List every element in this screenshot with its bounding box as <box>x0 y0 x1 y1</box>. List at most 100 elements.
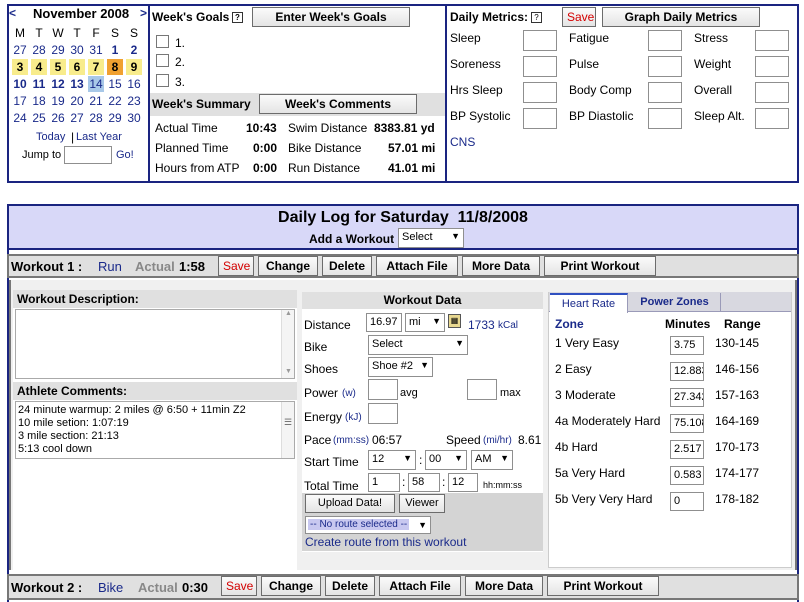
metric-input[interactable] <box>755 56 789 77</box>
scrollbar[interactable]: ☰ <box>281 402 294 458</box>
cns-link[interactable]: CNS <box>450 135 475 149</box>
today-link[interactable]: Today <box>36 131 65 143</box>
total-hours-input[interactable]: 1 <box>368 473 400 492</box>
calendar-day[interactable]: 26 <box>50 110 66 126</box>
energy-input[interactable] <box>368 403 398 424</box>
calendar-day[interactable]: 30 <box>69 42 85 58</box>
calendar-day[interactable]: 29 <box>107 110 123 126</box>
calendar-day[interactable]: 7 <box>88 59 104 75</box>
metric-input[interactable] <box>755 82 789 103</box>
calendar-day[interactable]: 3 <box>12 59 28 75</box>
start-ampm-select[interactable]: AM ▼ <box>471 450 513 470</box>
start-hour-select[interactable]: 12 ▼ <box>368 450 416 470</box>
go-link[interactable]: Go! <box>116 149 134 161</box>
metric-input[interactable] <box>523 30 557 51</box>
workout1-more-data-button[interactable]: More Data <box>462 256 540 276</box>
power-avg-input[interactable] <box>368 379 398 400</box>
description-textarea[interactable]: ▲ ▼ <box>15 309 295 379</box>
scroll-up-icon[interactable]: ▲ <box>285 310 292 317</box>
calendar-day[interactable]: 31 <box>88 42 104 58</box>
start-minute-select[interactable]: 00 ▼ <box>425 450 467 470</box>
upload-data-button[interactable]: Upload Data! <box>305 494 395 513</box>
metrics-save-button[interactable]: Save <box>562 7 596 27</box>
calendar-day[interactable]: 2 <box>126 42 142 58</box>
scroll-down-icon[interactable]: ▼ <box>285 368 292 375</box>
calendar-day[interactable]: 20 <box>69 93 85 109</box>
distance-input[interactable]: 16.97 <box>366 313 402 332</box>
calendar-day[interactable]: 25 <box>31 110 47 126</box>
distance-unit-select[interactable]: mi ▼ <box>405 313 445 332</box>
calendar-day[interactable]: 18 <box>31 93 47 109</box>
calendar-day[interactable]: 13 <box>69 76 85 92</box>
calendar-day[interactable]: 23 <box>126 93 142 109</box>
zone-minutes-input[interactable]: 12.883 <box>670 362 704 381</box>
workout1-save-button[interactable]: Save <box>218 256 254 276</box>
workout1-attach-file-button[interactable]: Attach File <box>376 256 458 276</box>
zone-minutes-input[interactable]: 3.75 <box>670 336 704 355</box>
calendar-day[interactable]: 6 <box>69 59 85 75</box>
calendar-day[interactable]: 12 <box>50 76 66 92</box>
calendar-day[interactable]: 17 <box>12 93 28 109</box>
calendar-day[interactable]: 21 <box>88 93 104 109</box>
zone-minutes-input[interactable]: 27.342 <box>670 388 704 407</box>
enter-goals-button[interactable]: Enter Week's Goals <box>252 7 410 27</box>
metric-input[interactable] <box>523 82 557 103</box>
calendar-next-link[interactable]: > <box>140 6 147 20</box>
calendar-day[interactable]: 15 <box>107 76 123 92</box>
calendar-day[interactable]: 29 <box>50 42 66 58</box>
jump-to-input[interactable] <box>64 146 112 164</box>
zone-minutes-input[interactable]: 2.517 <box>670 440 704 459</box>
calendar-day[interactable]: 28 <box>88 110 104 126</box>
graph-metrics-button[interactable]: Graph Daily Metrics <box>602 7 760 27</box>
goal-checkbox[interactable] <box>156 35 169 48</box>
workout2-delete-button[interactable]: Delete <box>325 576 375 596</box>
viewer-button[interactable]: Viewer <box>399 494 445 513</box>
bike-select[interactable]: Select ▼ <box>368 335 468 355</box>
goal-checkbox[interactable] <box>156 54 169 67</box>
metric-input[interactable] <box>648 82 682 103</box>
calculator-icon[interactable]: ▦ <box>448 314 461 328</box>
calendar-day[interactable]: 9 <box>126 59 142 75</box>
calendar-day-selected[interactable]: 8 <box>107 59 123 75</box>
calendar-day[interactable]: 28 <box>31 42 47 58</box>
zone-minutes-input[interactable]: 0.583 <box>670 466 704 485</box>
metric-input[interactable] <box>523 108 557 129</box>
workout2-more-data-button[interactable]: More Data <box>465 576 543 596</box>
calendar-day[interactable]: 5 <box>50 59 66 75</box>
workout2-change-button[interactable]: Change <box>261 576 321 596</box>
metric-input[interactable] <box>648 108 682 129</box>
zone-minutes-input[interactable]: 75.108 <box>670 414 704 433</box>
calendar-day[interactable]: 22 <box>107 93 123 109</box>
shoes-select[interactable]: Shoe #2 ▼ <box>368 357 433 377</box>
calendar-day[interactable]: 16 <box>126 76 142 92</box>
calendar-day[interactable]: 10 <box>12 76 28 92</box>
scroll-handle-icon[interactable]: ☰ <box>284 416 292 429</box>
metric-input[interactable] <box>755 30 789 51</box>
week-comments-button[interactable]: Week's Comments <box>259 94 417 114</box>
calendar-day[interactable]: 4 <box>31 59 47 75</box>
metric-input[interactable] <box>523 56 557 77</box>
workout1-change-button[interactable]: Change <box>258 256 318 276</box>
calendar-day[interactable]: 11 <box>31 76 47 92</box>
calendar-day-today[interactable]: 14 <box>88 76 104 92</box>
workout2-attach-file-button[interactable]: Attach File <box>379 576 461 596</box>
total-minutes-input[interactable]: 58 <box>408 473 440 492</box>
zone-minutes-input[interactable]: 0 <box>670 492 704 511</box>
last-year-link[interactable]: Last Year <box>76 131 122 143</box>
tab-power-zones[interactable]: Power Zones <box>629 293 721 312</box>
workout2-save-button[interactable]: Save <box>221 576 257 596</box>
route-select[interactable]: -- No route selected -- ▼ <box>305 516 431 534</box>
metric-input[interactable] <box>648 30 682 51</box>
power-max-input[interactable] <box>467 379 497 400</box>
metric-input[interactable] <box>648 56 682 77</box>
calendar-day[interactable]: 27 <box>12 42 28 58</box>
calendar-day[interactable]: 1 <box>107 42 123 58</box>
help-icon[interactable]: ? <box>531 12 542 23</box>
metric-input[interactable] <box>755 108 789 129</box>
tab-heart-rate[interactable]: Heart Rate <box>550 293 628 313</box>
create-route-link[interactable]: Create route from this workout <box>305 535 466 549</box>
workout1-delete-button[interactable]: Delete <box>322 256 372 276</box>
workout1-print-button[interactable]: Print Workout <box>544 256 656 276</box>
goal-checkbox[interactable] <box>156 74 169 87</box>
help-icon[interactable]: ? <box>232 12 243 23</box>
